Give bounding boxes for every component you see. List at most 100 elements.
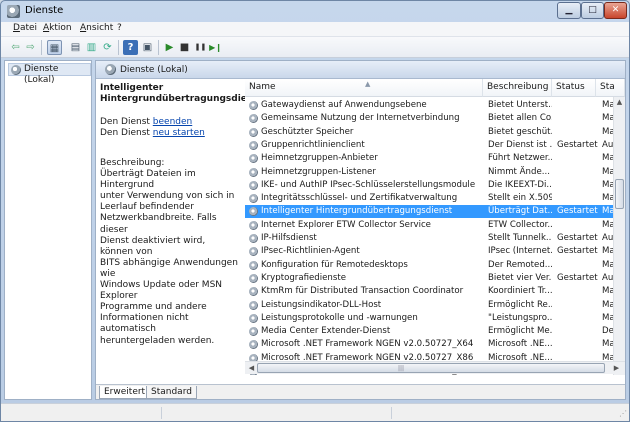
window-title: Dienste bbox=[25, 5, 64, 16]
close-button[interactable]: ✕ bbox=[604, 2, 627, 19]
service-row[interactable]: Microsoft .NET Framework NGEN v2.0.50727… bbox=[245, 338, 614, 351]
service-row[interactable]: KtmRm für Distributed Transaction Coordi… bbox=[245, 285, 614, 298]
horizontal-scroll-thumb[interactable]: ||| bbox=[257, 363, 605, 373]
console-tree-icon[interactable]: ▦ bbox=[47, 40, 62, 55]
description-line: Dienst deaktiviert wird, können von bbox=[100, 235, 206, 257]
service-gear-icon bbox=[249, 140, 258, 150]
service-row[interactable]: Gruppenrichtlinienclient Der Dienst ist .… bbox=[245, 139, 613, 152]
service-row[interactable]: IKE- und AuthIP IPsec-Schlüsselerstellun… bbox=[245, 179, 614, 192]
sort-ascending-icon: ▲ bbox=[365, 80, 371, 88]
service-name: Media Center Extender-Dienst bbox=[261, 326, 391, 337]
status-bar: ⋰ bbox=[1, 403, 629, 421]
export-list-icon[interactable]: ▥ bbox=[84, 40, 99, 55]
service-name: Leistungsindikator-DLL-Host bbox=[261, 299, 382, 310]
title-bar[interactable]: Dienste ▁ □ ✕ bbox=[1, 1, 629, 22]
service-row[interactable]: Internet Explorer ETW Collector Service E… bbox=[245, 219, 614, 232]
pause-service-icon[interactable]: ❚❚ bbox=[193, 40, 208, 55]
services-icon bbox=[105, 64, 116, 75]
column-header-beschreibung[interactable]: Beschreibung bbox=[483, 79, 552, 97]
description-line: Leerlauf befindender bbox=[100, 202, 194, 213]
maximize-button[interactable]: □ bbox=[581, 2, 604, 19]
description-label: Beschreibung: bbox=[100, 158, 165, 168]
service-description: Der Dienst ist ... bbox=[488, 139, 552, 150]
help-icon[interactable]: ? bbox=[123, 40, 138, 55]
tab-standard[interactable]: Standard bbox=[146, 386, 197, 399]
service-description: Microsoft .NE... bbox=[488, 339, 552, 350]
refresh-icon[interactable]: ⟳ bbox=[100, 40, 115, 55]
horizontal-scrollbar[interactable]: ◀ ||| ▶ bbox=[245, 361, 625, 374]
description-line: unter Verwendung von sich in bbox=[100, 191, 235, 202]
menu-ansicht[interactable]: Ansicht bbox=[80, 23, 113, 33]
service-name: Kryptografiedienste bbox=[261, 272, 347, 283]
service-row[interactable]: Kryptografiedienste Bietet vier Ver... Ges… bbox=[245, 272, 613, 285]
scroll-right-icon[interactable]: ▶ bbox=[611, 363, 622, 374]
service-description: Koordiniert Tr... bbox=[488, 286, 552, 297]
column-header-starttyp[interactable]: Sta bbox=[596, 79, 625, 97]
action-pane-icon[interactable]: ▣ bbox=[140, 40, 155, 55]
start-service-icon[interactable]: ▶ bbox=[162, 40, 177, 55]
tree-item-label: Dienste (Lokal) bbox=[24, 64, 59, 85]
service-row[interactable]: Heimnetzgruppen-Anbieter Führt Netzwer...… bbox=[245, 152, 614, 165]
service-row[interactable]: IP-Hilfsdienst Stellt Tunnelk... Gestartet… bbox=[245, 232, 613, 245]
menu-datei[interactable]: Datei bbox=[13, 23, 37, 33]
service-description: Bietet vier Ver... bbox=[488, 272, 552, 283]
menu-aktion[interactable]: Aktion bbox=[43, 23, 72, 33]
minimize-button[interactable]: ▁ bbox=[557, 2, 581, 19]
services-pane: Dienste (Lokal) Intelligenter Hintergrun… bbox=[95, 60, 626, 400]
service-gear-icon bbox=[249, 114, 258, 124]
service-row[interactable]: Leistungsprotokolle und -warnungen "Leist… bbox=[245, 312, 614, 325]
service-gear-icon bbox=[249, 260, 258, 270]
service-description-panel: Intelligenter Hintergrundübertragungsdie… bbox=[100, 83, 263, 105]
tab-erweitert[interactable]: Erweitert bbox=[99, 386, 151, 399]
properties-icon[interactable]: ▤ bbox=[68, 40, 83, 55]
column-header-status[interactable]: Status bbox=[552, 79, 596, 97]
service-name: Gatewaydienst auf Anwendungsebene bbox=[261, 100, 427, 110]
service-row[interactable]: Media Center Extender-Dienst Ermöglicht M… bbox=[245, 325, 614, 338]
back-icon[interactable]: ⇦ bbox=[8, 40, 23, 55]
vertical-scrollbar[interactable]: ▲ ▼ bbox=[613, 97, 625, 375]
service-description: Ermöglicht Me... bbox=[488, 326, 552, 337]
service-row[interactable]: Leistungsindikator-DLL-Host Ermöglicht Re… bbox=[245, 299, 614, 312]
service-name: Internet Explorer ETW Collector Service bbox=[261, 219, 431, 230]
restart-service-icon[interactable]: ▶❙ bbox=[208, 40, 223, 55]
scroll-up-icon[interactable]: ▲ bbox=[614, 97, 625, 108]
service-row[interactable]: Integritätsschlüssel- und Zertifikatverw… bbox=[245, 192, 614, 205]
service-row[interactable]: Konfiguration für Remotedesktops Der Remo… bbox=[245, 259, 614, 272]
service-gear-icon bbox=[249, 194, 258, 204]
service-row[interactable]: Gemeinsame Nutzung der Internetverbindun… bbox=[245, 112, 614, 125]
service-row[interactable]: Gatewaydienst auf Anwendungsebene Bietet … bbox=[245, 99, 614, 112]
service-row[interactable]: IPsec-Richtlinien-Agent IPsec (Internet..… bbox=[245, 245, 614, 258]
status-separator bbox=[391, 407, 392, 419]
service-name: IKE- und AuthIP IPsec-Schlüsselerstellun… bbox=[261, 179, 476, 190]
toolbar-separator bbox=[41, 40, 42, 55]
service-status: Gestartet bbox=[557, 272, 598, 283]
scroll-left-icon[interactable]: ◀ bbox=[246, 363, 257, 374]
restart-service-link[interactable]: neu starten bbox=[153, 128, 205, 138]
column-header-name[interactable]: ▲ Name bbox=[245, 79, 483, 97]
restart-service-action: Den Dienst neu starten bbox=[100, 128, 205, 138]
service-row[interactable]: Intelligenter Hintergrundübertragungsdie… bbox=[245, 205, 614, 219]
service-gear-icon bbox=[249, 127, 258, 137]
status-separator bbox=[161, 407, 162, 419]
service-description: Stellt Tunnelk... bbox=[488, 233, 552, 243]
menu-help[interactable]: ? bbox=[117, 23, 122, 33]
service-status: Gestartet bbox=[557, 206, 598, 217]
service-name: Leistungsprotokolle und -warnungen bbox=[261, 312, 418, 323]
service-name: Intelligenter Hintergrundübertragungsdie… bbox=[261, 206, 453, 217]
description-line: Überträgt Dateien im Hintergrund bbox=[100, 169, 196, 191]
description-line: Windows Update oder MSN Explorer bbox=[100, 280, 223, 302]
description-line: Informationen nicht automatisch bbox=[100, 313, 189, 335]
stop-service-link[interactable]: beenden bbox=[153, 117, 192, 127]
vertical-scroll-thumb[interactable] bbox=[615, 179, 624, 209]
service-row[interactable]: Geschützter Speicher Bietet geschüt... Ma bbox=[245, 126, 614, 139]
column-header-label: Status bbox=[556, 82, 585, 92]
stop-service-icon[interactable]: ■ bbox=[177, 40, 192, 55]
pane-title: Dienste (Lokal) bbox=[120, 65, 188, 75]
service-gear-icon bbox=[249, 220, 258, 230]
console-tree: Dienste (Lokal) bbox=[4, 60, 92, 400]
resize-grip-icon[interactable]: ⋰ bbox=[619, 409, 627, 418]
service-description: ETW Collector... bbox=[488, 219, 552, 230]
tree-item-services-local[interactable]: Dienste (Lokal) bbox=[8, 63, 91, 85]
forward-icon[interactable]: ⇨ bbox=[23, 40, 38, 55]
service-row[interactable]: Heimnetzgruppen-Listener Nimmt Ände... Ma bbox=[245, 166, 614, 179]
